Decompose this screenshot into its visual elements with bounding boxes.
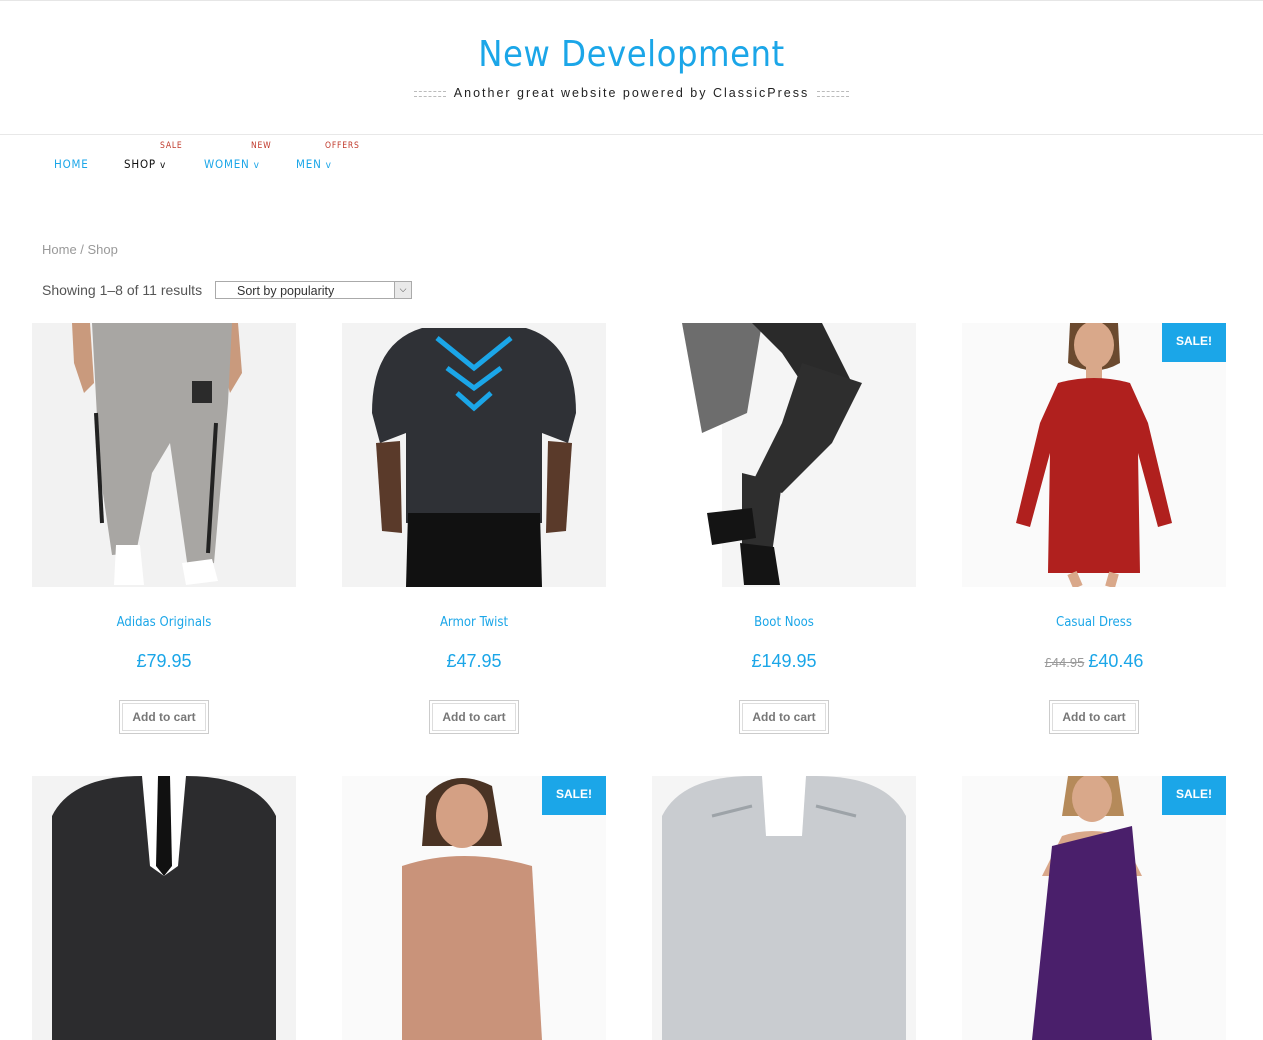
product-name[interactable]: Casual Dress	[962, 615, 1226, 630]
product-image[interactable]	[32, 776, 296, 1040]
nav-item-label: HOME	[54, 157, 89, 171]
breadcrumb[interactable]: Home / Shop	[42, 242, 118, 257]
denim-jacket-photo	[652, 776, 916, 1040]
sale-badge: SALE!	[1162, 323, 1226, 362]
model-photo	[342, 776, 606, 1040]
add-to-cart-label: Add to cart	[432, 703, 516, 731]
sort-select-value: Sort by popularity	[237, 284, 335, 298]
site-title[interactable]: New Development	[0, 34, 1263, 75]
product-name[interactable]: Boot Noos	[652, 615, 916, 630]
sale-badge: SALE!	[1162, 776, 1226, 815]
nav-item-home[interactable]: HOME	[54, 157, 89, 171]
sort-select[interactable]: Sort by popularity ⌵	[215, 281, 412, 299]
product-image[interactable]	[32, 323, 296, 587]
site-tagline: Another great website powered by Classic…	[453, 86, 810, 100]
product-price: £44.95 £40.46	[962, 651, 1226, 672]
product-name[interactable]: Adidas Originals	[32, 615, 296, 630]
tagline-left-divider	[413, 90, 446, 97]
nav-item-shop[interactable]: SHOP v	[124, 157, 166, 171]
product-image[interactable]: SALE!	[962, 323, 1226, 587]
product-image[interactable]	[342, 323, 606, 587]
product-price: £149.95	[652, 651, 916, 672]
header-divider	[0, 134, 1263, 135]
product-image[interactable]: SALE!	[342, 776, 606, 1040]
nav-item-label: MEN	[296, 157, 322, 171]
chevron-down-icon: v	[253, 160, 260, 171]
add-to-cart-label: Add to cart	[1052, 703, 1136, 731]
add-to-cart-label: Add to cart	[742, 703, 826, 731]
original-price: £44.95	[1044, 655, 1085, 670]
pants-photo	[32, 323, 296, 587]
current-price: £79.95	[136, 651, 192, 671]
compression-shirt-photo	[342, 323, 606, 587]
site-tagline-row: Another great website powered by Classic…	[0, 86, 1263, 100]
purple-dress-photo	[962, 776, 1226, 1040]
add-to-cart-button[interactable]: Add to cart	[119, 700, 209, 734]
product-price: £79.95	[32, 651, 296, 672]
tagline-right-divider	[817, 90, 850, 97]
suit-photo	[32, 776, 296, 1040]
add-to-cart-button[interactable]: Add to cart	[1049, 700, 1139, 734]
main-navigation: HOME SALE SHOP v NEW WOMEN v OFFERS MEN v	[0, 140, 1263, 180]
product-image[interactable]	[652, 776, 916, 1040]
product-image[interactable]	[652, 323, 916, 587]
nav-item-women[interactable]: WOMEN v	[204, 157, 260, 171]
add-to-cart-label: Add to cart	[122, 703, 206, 731]
chevron-down-icon: v	[159, 160, 167, 171]
current-price: £40.46	[1088, 651, 1144, 671]
nav-item-label: SHOP	[124, 157, 156, 171]
dropdown-arrow-icon[interactable]: ⌵	[394, 282, 411, 298]
chevron-down-icon: v	[325, 160, 332, 171]
top-border	[0, 0, 1263, 1]
product-name[interactable]: Armor Twist	[342, 615, 606, 630]
current-price: £47.95	[446, 651, 502, 671]
add-to-cart-button[interactable]: Add to cart	[739, 700, 829, 734]
product-price: £47.95	[342, 651, 606, 672]
nav-badge-sale: SALE	[160, 141, 183, 151]
boots-photo	[652, 323, 916, 587]
product-image[interactable]: SALE!	[962, 776, 1226, 1040]
result-count: Showing 1–8 of 11 results	[42, 282, 203, 298]
red-dress-photo	[962, 323, 1226, 587]
add-to-cart-button[interactable]: Add to cart	[429, 700, 519, 734]
nav-item-men[interactable]: MEN v	[296, 157, 332, 171]
nav-item-label: WOMEN	[204, 157, 250, 171]
nav-badge-offers: OFFERS	[325, 141, 360, 151]
current-price: £149.95	[751, 651, 817, 671]
sale-badge: SALE!	[542, 776, 606, 815]
nav-badge-new: NEW	[251, 141, 272, 151]
